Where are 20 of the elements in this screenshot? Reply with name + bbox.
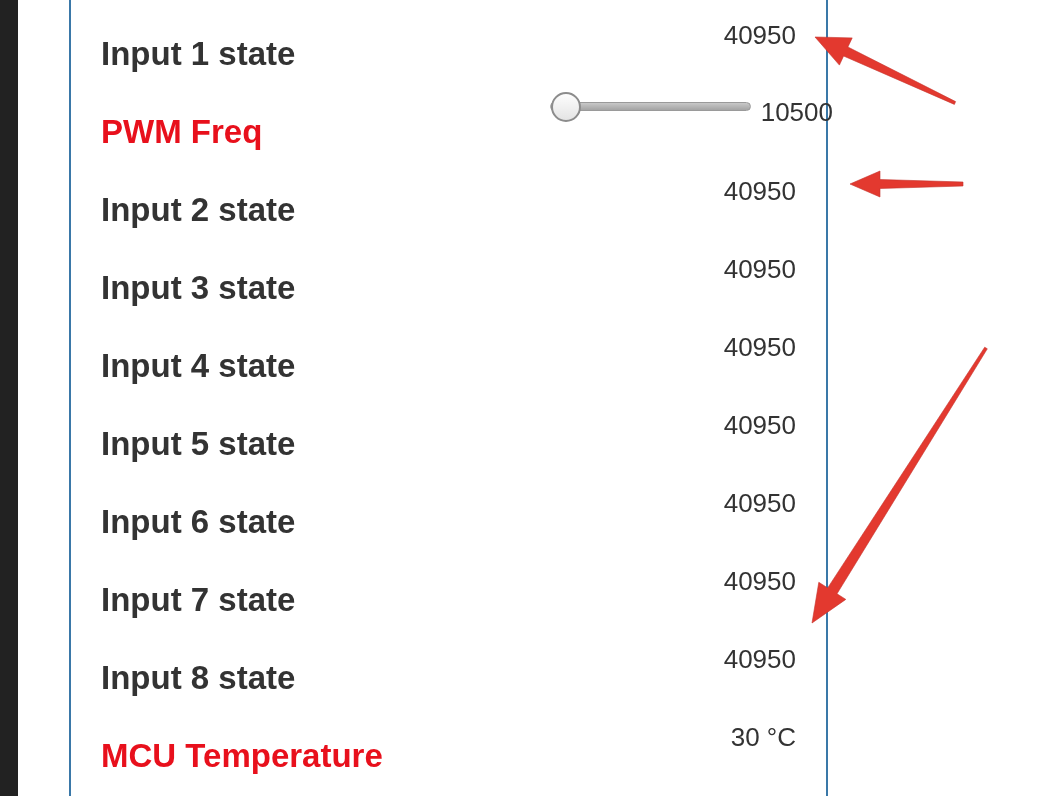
slider-thumb[interactable] — [550, 92, 581, 122]
reading-value: 40950 — [723, 253, 796, 286]
row-label: Input 3 state — [101, 268, 296, 308]
reading-value: 40950 — [723, 19, 796, 52]
reading-value: 40950 — [723, 409, 796, 442]
row-label: Input 8 state — [101, 658, 296, 698]
reading-value: 40950 — [723, 331, 796, 364]
row-label: Input 7 state — [101, 580, 296, 620]
row-label: MCU Temperature — [101, 736, 383, 776]
reading-value: 40950 — [723, 643, 796, 676]
row-label: Input 6 state — [101, 502, 296, 542]
reading-value: 40950 — [723, 487, 796, 520]
reading-value: 30 °C — [730, 721, 796, 754]
row-label: Input 2 state — [101, 190, 296, 230]
reading-value: 40950 — [723, 565, 796, 598]
row-label: Input 4 state — [101, 346, 296, 386]
reading-value: 40950 — [723, 175, 796, 208]
row-label: Input 5 state — [101, 424, 296, 464]
row-label: PWM Freq — [101, 112, 263, 152]
row-label: Input 1 state — [101, 34, 296, 74]
